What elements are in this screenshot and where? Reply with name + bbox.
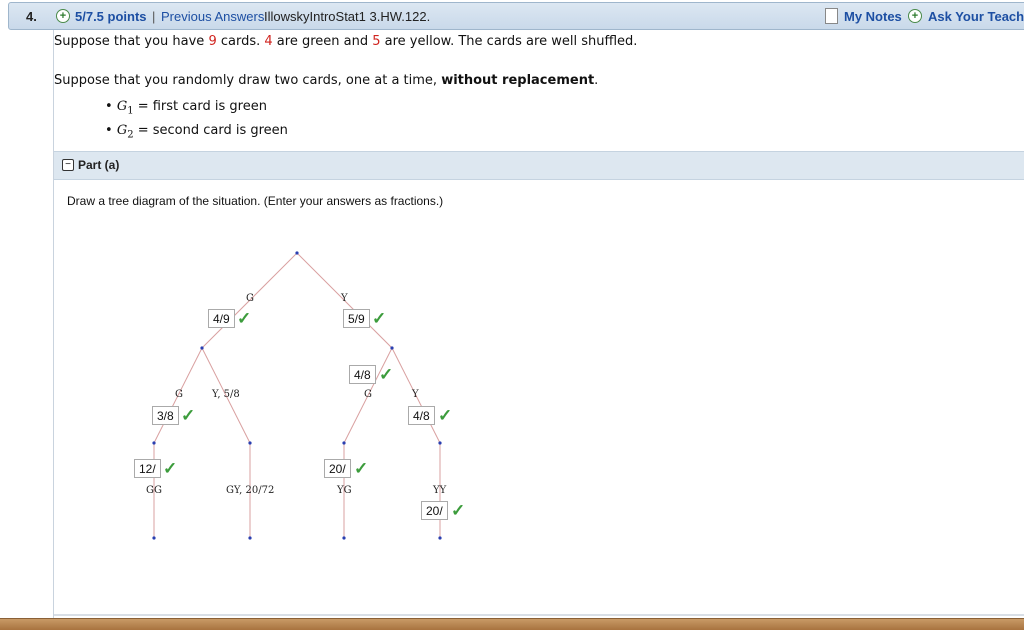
answer-yg[interactable]: 20/ — [324, 459, 351, 478]
correct-check-icon: ✓ — [237, 309, 252, 328]
label-gg: GG — [146, 485, 162, 496]
correct-check-icon: ✓ — [451, 501, 466, 520]
label-g-right: G — [364, 389, 372, 400]
node-root — [295, 251, 299, 255]
answer-second-green-given-yellow[interactable]: 4/8 — [349, 365, 376, 384]
correct-check-icon: ✓ — [181, 406, 196, 425]
tree-diagram — [152, 251, 442, 540]
leaf-yg — [342, 536, 346, 540]
correct-check-icon: ✓ — [163, 459, 178, 478]
label-gy: GY, 20/72 — [226, 485, 275, 496]
leaf-yy — [438, 536, 442, 540]
node-gy — [248, 441, 252, 445]
label-g-top: G — [246, 293, 254, 304]
node-gg — [152, 441, 156, 445]
correct-check-icon: ✓ — [438, 406, 453, 425]
node-yy — [438, 441, 442, 445]
correct-check-icon: ✓ — [372, 309, 387, 328]
label-yy: YY — [433, 485, 447, 496]
answer-second-green-given-green[interactable]: 3/8 — [152, 406, 179, 425]
answer-gg[interactable]: 12/ — [134, 459, 161, 478]
content-bottom-rule — [54, 614, 1024, 616]
label-g-left: G — [175, 389, 183, 400]
node-g — [200, 346, 204, 350]
answer-yy[interactable]: 20/ — [421, 501, 448, 520]
answer-second-yellow-given-yellow[interactable]: 4/8 — [408, 406, 435, 425]
label-y-top: Y — [341, 293, 348, 304]
correct-check-icon: ✓ — [379, 365, 394, 384]
leaf-gy — [248, 536, 252, 540]
node-yg — [342, 441, 346, 445]
label-yg: YG — [337, 485, 352, 496]
correct-check-icon: ✓ — [354, 459, 369, 478]
label-y-right: Y — [412, 389, 419, 400]
node-y — [390, 346, 394, 350]
leaf-gg — [152, 536, 156, 540]
answer-first-green[interactable]: 4/9 — [208, 309, 235, 328]
answer-first-yellow[interactable]: 5/9 — [343, 309, 370, 328]
label-y-left: Y, 5/8 — [212, 389, 240, 400]
bottom-taskbar — [0, 618, 1024, 630]
